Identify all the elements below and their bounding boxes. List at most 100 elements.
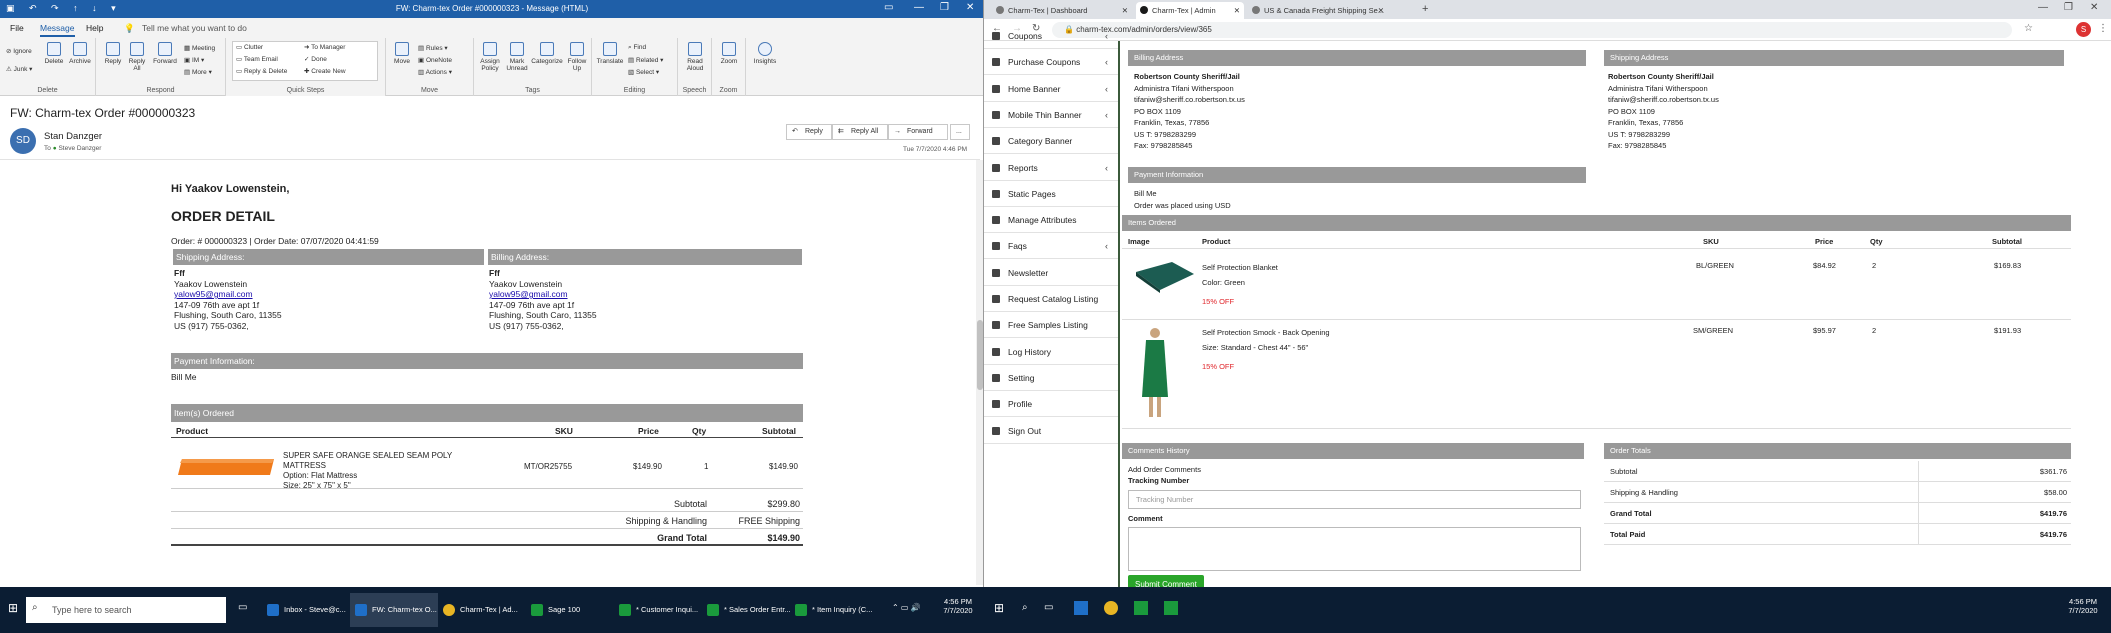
minimize-icon[interactable]: — — [2038, 2, 2048, 13]
mark-unread-button[interactable]: Mark Unread — [504, 42, 530, 72]
taskbar-app-chrome[interactable]: Charm-Tex | Ad... — [438, 593, 526, 627]
menu-file[interactable]: File — [10, 23, 24, 33]
sage-icon[interactable] — [1134, 601, 1148, 615]
sidebar-item-setting[interactable]: Setting — [984, 365, 1118, 391]
sidebar-item-category-banner[interactable]: Category Banner — [984, 128, 1118, 155]
sidebar-item-request-catalog-listing[interactable]: Request Catalog Listing — [984, 286, 1118, 312]
archive-button[interactable]: Archive — [66, 42, 94, 65]
translate-button[interactable]: Translate — [594, 42, 626, 65]
ribbon-forward-button[interactable]: Forward — [150, 42, 180, 65]
tab-dashboard[interactable]: Charm-Tex | Dashboard ✕ — [992, 2, 1132, 19]
taskbar-app-item-inquiry[interactable]: * Item Inquiry (C... — [790, 593, 878, 627]
sidebar-item-static-pages[interactable]: Static Pages — [984, 181, 1118, 207]
quick-step-to-manager[interactable]: ➜ To Manager — [304, 43, 345, 51]
follow-up-button[interactable]: Follow Up — [564, 42, 590, 72]
comment-textarea[interactable] — [1128, 527, 1581, 571]
assign-policy-button[interactable]: Assign Policy — [476, 42, 504, 72]
reply-all-button[interactable]: ⇇ Reply All — [832, 124, 888, 140]
reply-button[interactable]: ↶ Reply — [786, 124, 832, 140]
task-view-icon[interactable]: ▭ — [1044, 602, 1053, 613]
sidebar-item-profile[interactable]: Profile — [984, 391, 1118, 418]
taskbar-app-sales-order[interactable]: * Sales Order Entr... — [702, 593, 790, 627]
outlook-icon[interactable] — [1074, 601, 1088, 615]
taskbar-app-outlook-inbox[interactable]: Inbox - Steve@c... — [262, 593, 350, 627]
zoom-button[interactable]: Zoom — [715, 42, 743, 65]
sidebar-item-manage-attributes[interactable]: Manage Attributes — [984, 207, 1118, 234]
sidebar-item-log-history[interactable]: Log History — [984, 339, 1118, 365]
task-view-icon[interactable]: ▭ — [238, 602, 247, 613]
item-name[interactable]: Self Protection Smock - Back Opening — [1202, 328, 1330, 337]
ribbon-reply-button[interactable]: Reply — [102, 42, 124, 65]
sender-name[interactable]: Stan Danzger — [44, 131, 102, 142]
sidebar-item-faqs[interactable]: Faqs ‹ — [984, 233, 1118, 260]
find-button[interactable]: ⌕ Find — [628, 44, 646, 52]
quick-step-clutter[interactable]: ▭ Clutter — [236, 43, 263, 51]
message-scrollbar[interactable] — [976, 160, 983, 585]
clock-left[interactable]: 4:56 PM 7/7/2020 — [936, 597, 980, 615]
sender-avatar[interactable]: SD — [10, 128, 36, 154]
select-button[interactable]: ▧ Select ▾ — [628, 68, 659, 76]
url-input[interactable]: 🔒 charm-tex.com/admin/orders/view/365 — [1052, 22, 2012, 38]
bookmark-star-icon[interactable]: ☆ — [2024, 23, 2033, 34]
ribbon-display-icon[interactable]: ▭ — [884, 2, 893, 13]
windows-start-icon[interactable]: ⊞ — [994, 601, 1004, 615]
profile-avatar[interactable]: S — [2076, 22, 2091, 37]
tab-freight[interactable]: US & Canada Freight Shipping Se... ✕ — [1248, 2, 1388, 19]
meeting-button[interactable]: ▦ Meeting — [184, 44, 215, 52]
sidebar-item-sign-out[interactable]: Sign Out — [984, 418, 1118, 444]
tell-me-input[interactable]: Tell me what you want to do — [142, 23, 247, 33]
item-name[interactable]: Self Protection Blanket — [1202, 263, 1278, 272]
quick-step-create-new[interactable]: ✚ Create New — [304, 67, 346, 75]
quick-step-reply-delete[interactable]: ▭ Reply & Delete — [236, 67, 287, 75]
ignore-button[interactable]: ⊘ Ignore — [6, 47, 32, 55]
taskbar-app-message[interactable]: FW: Charm-tex O... — [350, 593, 438, 627]
maximize-icon[interactable]: ❐ — [2064, 2, 2073, 13]
sage-icon[interactable] — [1164, 601, 1178, 615]
sidebar-item-coupons[interactable]: Coupons ‹ — [984, 23, 1118, 49]
delete-button[interactable]: Delete — [42, 42, 66, 65]
rules-button[interactable]: ▤ Rules ▾ — [418, 44, 448, 52]
junk-button[interactable]: ⚠ Junk ▾ — [6, 65, 32, 73]
sidebar-item-newsletter[interactable]: Newsletter — [984, 260, 1118, 286]
taskbar-search[interactable]: Type here to search — [26, 597, 226, 623]
new-tab-icon[interactable]: + — [1422, 3, 1428, 15]
tab-close-icon[interactable]: ✕ — [1378, 2, 1384, 19]
more-respond-button[interactable]: ▤ More ▾ — [184, 68, 212, 76]
tracking-number-input[interactable]: Tracking Number — [1128, 490, 1581, 509]
quick-step-team-email[interactable]: ▭ Team Email — [236, 55, 278, 63]
categorize-button[interactable]: Categorize — [530, 42, 564, 65]
recipient-name[interactable]: Steve Danzger — [58, 145, 101, 152]
sidebar-item-mobile-thin-banner[interactable]: Mobile Thin Banner ‹ — [984, 102, 1118, 128]
minimize-icon[interactable]: — — [914, 2, 924, 13]
sidebar-item-purchase-coupons[interactable]: Purchase Coupons ‹ — [984, 49, 1118, 76]
read-aloud-button[interactable]: Read Aloud — [681, 42, 709, 72]
tab-close-icon[interactable]: ✕ — [1234, 2, 1240, 19]
tab-close-icon[interactable]: ✕ — [1122, 2, 1128, 19]
move-button[interactable]: Move — [390, 42, 414, 65]
tray-icons[interactable]: ⌃ ▭ 🔊 — [892, 603, 921, 612]
menu-help[interactable]: Help — [86, 23, 103, 33]
billing-email-link[interactable]: yalow95@gmail.com — [489, 289, 597, 300]
actions-button[interactable]: ▥ Actions ▾ — [418, 68, 452, 76]
sidebar-item-free-samples-listing[interactable]: Free Samples Listing — [984, 312, 1118, 339]
maximize-icon[interactable]: ❐ — [940, 2, 949, 13]
more-actions-button[interactable]: ... — [950, 124, 970, 140]
forward-button[interactable]: → Forward — [888, 124, 948, 140]
close-icon[interactable]: ✕ — [2090, 2, 2098, 13]
related-button[interactable]: ▤ Related ▾ — [628, 56, 663, 64]
im-button[interactable]: ▣ IM ▾ — [184, 56, 204, 64]
taskbar-app-customer-inquiry[interactable]: * Customer Inqui... — [614, 593, 702, 627]
search-icon[interactable]: ⌕ — [1022, 602, 1028, 613]
chrome-icon[interactable] — [1104, 601, 1118, 615]
windows-start-icon[interactable]: ⊞ — [8, 601, 18, 615]
sidebar-item-home-banner[interactable]: Home Banner ‹ — [984, 76, 1118, 102]
close-icon[interactable]: ✕ — [966, 2, 974, 13]
quick-step-done[interactable]: ✓ Done — [304, 55, 327, 63]
taskbar-app-sage[interactable]: Sage 100 — [526, 593, 614, 627]
ribbon-reply-all-button[interactable]: Reply All — [126, 42, 148, 72]
scrollbar-thumb[interactable] — [977, 320, 983, 390]
clock-right[interactable]: 4:56 PM 7/7/2020 — [2060, 597, 2106, 615]
sidebar-item-reports[interactable]: Reports ‹ — [984, 155, 1118, 181]
menu-kebab-icon[interactable]: ⋮ — [2098, 23, 2108, 34]
onenote-button[interactable]: ▣ OneNote — [418, 56, 452, 64]
